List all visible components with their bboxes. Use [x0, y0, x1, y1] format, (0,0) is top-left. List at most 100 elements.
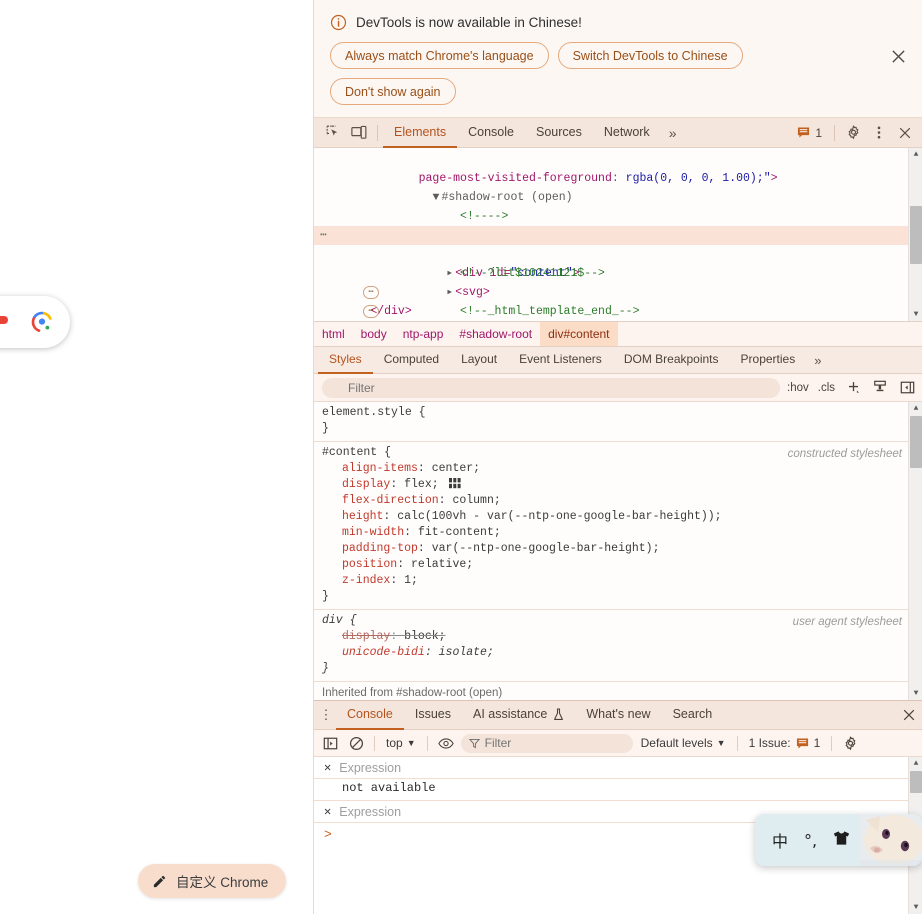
drawer-tab-whats-new[interactable]: What's new [575, 701, 661, 730]
live-expression-eye-icon[interactable] [435, 732, 457, 754]
styles-filter-input[interactable] [322, 377, 780, 398]
breadcrumb-item-ntp-app[interactable]: ntp-app [395, 322, 452, 346]
rule-element-style[interactable]: element.style { } [314, 402, 922, 443]
rule-div-user-agent[interactable]: user agent stylesheet div { display: blo… [314, 610, 922, 683]
ime-shirt-glyph-icon[interactable] [833, 830, 850, 850]
more-tabs-chevron-double-right-icon[interactable]: » [661, 118, 685, 148]
gear-icon[interactable] [840, 120, 866, 146]
property-name[interactable]: flex-direction [342, 494, 439, 507]
live-expression-row[interactable]: ✕ Expression [314, 757, 922, 779]
scrollbar-thumb[interactable] [910, 206, 922, 264]
close-devtools-icon[interactable] [892, 120, 918, 146]
dom-line-ntp-app-close[interactable]: </ntp-app> [314, 302, 922, 321]
tab-styles[interactable]: Styles [318, 347, 373, 374]
node-menu-dots-icon[interactable]: ⋯ [320, 226, 328, 245]
scrollbar-thumb[interactable] [910, 771, 922, 793]
drawer-tab-search[interactable]: Search [662, 701, 724, 730]
tab-elements[interactable]: Elements [383, 118, 458, 148]
voice-search-icon-partial[interactable] [0, 312, 10, 334]
banner-close-button[interactable] [886, 44, 910, 68]
property-name[interactable]: z-index [342, 574, 390, 587]
property-name[interactable]: height [342, 510, 383, 523]
declaration-position[interactable]: position: relative; [322, 557, 908, 573]
tab-dom-breakpoints[interactable]: DOM Breakpoints [613, 347, 730, 374]
property-value[interactable]: flex; [404, 478, 439, 491]
google-lens-icon[interactable] [30, 310, 54, 334]
log-levels-selector[interactable]: Default levels ▼ [637, 736, 730, 750]
dom-line[interactable]: <!--_html_template_end_--> [314, 283, 922, 318]
console-filter-input[interactable] [460, 733, 633, 753]
scroll-down-arrow-icon[interactable]: ▼ [909, 308, 922, 321]
scroll-up-arrow-icon[interactable]: ▲ [909, 402, 922, 415]
ime-floating-widget[interactable]: 中 °, [755, 814, 922, 866]
ime-punctuation-toggle[interactable]: °, [804, 831, 817, 850]
hov-toggle[interactable]: :hov [785, 382, 811, 394]
issues-badge[interactable]: 1 [790, 122, 829, 144]
clear-console-icon[interactable] [345, 732, 367, 754]
ime-language-toggle[interactable]: 中 [772, 828, 788, 852]
console-sidebar-icon[interactable] [319, 732, 341, 754]
breadcrumb-item-body[interactable]: body [353, 322, 395, 346]
tab-layout[interactable]: Layout [450, 347, 508, 374]
declaration-unicode-bidi[interactable]: unicode-bidi: isolate; [322, 645, 908, 661]
tab-sources[interactable]: Sources [525, 118, 593, 148]
dom-line[interactable]: <!--_html_template_start_--> [314, 207, 922, 242]
console-issues-badge[interactable]: 1 Issue: 1 [745, 736, 825, 750]
breadcrumb-item-shadow-root[interactable]: #shadow-root [451, 322, 540, 346]
new-style-rule-plus-icon[interactable] [842, 377, 864, 399]
drawer-close-button[interactable] [896, 702, 922, 728]
flex-grid-glyph-icon[interactable] [448, 478, 461, 489]
property-value[interactable]: 1; [404, 574, 418, 587]
dom-line[interactable]: page-most-visited-foreground: rgba(0, 0,… [314, 150, 922, 185]
copy-all-styles-stamp-icon[interactable] [869, 377, 891, 399]
scroll-up-arrow-icon[interactable]: ▲ [909, 757, 922, 770]
rule-origin[interactable]: constructed stylesheet [788, 446, 902, 462]
inspect-element-icon[interactable] [320, 120, 346, 146]
property-value[interactable]: relative; [411, 558, 473, 571]
search-box[interactable] [0, 296, 70, 348]
property-name[interactable]: align-items [342, 462, 418, 475]
property-name[interactable]: min-width [342, 526, 404, 539]
dom-line-shadow-root[interactable]: ▼ #shadow-root (open) [314, 169, 922, 204]
property-name[interactable]: unicode-bidi [342, 646, 425, 659]
dom-tree[interactable]: page-most-visited-foreground: rgba(0, 0,… [314, 148, 922, 323]
remove-live-expression-close-icon[interactable]: ✕ [324, 762, 331, 774]
declaration-padding-top[interactable]: padding-top: var(--ntp-one-google-bar-he… [322, 541, 908, 557]
declaration-display-disabled[interactable]: display: block; [322, 629, 908, 645]
declaration-flex-direction[interactable]: flex-direction: column; [322, 493, 908, 509]
scroll-down-arrow-icon[interactable]: ▼ [909, 687, 922, 700]
property-name[interactable]: display [342, 478, 390, 491]
tab-console[interactable]: Console [457, 118, 525, 148]
inherited-from-header[interactable]: Inherited from #shadow-root (open) [314, 682, 922, 700]
declaration-height[interactable]: height: calc(100vh - var(--ntp-one-googl… [322, 509, 908, 525]
ime-avatar-cat-photo[interactable] [860, 814, 922, 866]
dom-line[interactable]: <!----> [314, 188, 922, 223]
three-dots-vertical-icon[interactable] [866, 120, 892, 146]
switch-devtools-to-chinese-button[interactable]: Switch DevTools to Chinese [557, 42, 743, 69]
dom-tree-scrollbar[interactable]: ▲ ▼ [908, 148, 922, 322]
device-toolbar-icon[interactable] [346, 120, 372, 146]
drawer-menu-three-dots-vertical-icon[interactable]: ⋮ [316, 707, 336, 723]
property-value[interactable]: center; [432, 462, 480, 475]
scroll-down-arrow-icon[interactable]: ▼ [909, 901, 922, 914]
styles-pane-scrollbar[interactable]: ▲ ▼ [908, 402, 922, 700]
panel-toggle-icon[interactable] [896, 377, 918, 399]
tab-network[interactable]: Network [593, 118, 661, 148]
remove-live-expression-close-icon[interactable]: ✕ [324, 806, 331, 818]
property-value[interactable]: column; [452, 494, 500, 507]
property-value[interactable]: var(--ntp-one-google-bar-height); [432, 542, 660, 555]
rule-origin[interactable]: user agent stylesheet [793, 614, 902, 630]
declaration-align-items[interactable]: align-items: center; [322, 461, 908, 477]
live-expression-placeholder[interactable]: Expression [339, 761, 401, 775]
property-name[interactable]: display [342, 630, 390, 643]
drawer-tab-ai-assistance[interactable]: AI assistance [462, 701, 575, 730]
live-expression-placeholder[interactable]: Expression [339, 805, 401, 819]
styles-rules-pane[interactable]: element.style { } constructed stylesheet… [314, 402, 922, 700]
property-name[interactable]: position [342, 558, 397, 571]
breadcrumb-item-html[interactable]: html [314, 322, 353, 346]
customize-chrome-button[interactable]: 自定义 Chrome [138, 864, 287, 898]
property-value[interactable]: isolate; [439, 646, 494, 659]
tab-event-listeners[interactable]: Event Listeners [508, 347, 613, 374]
drawer-tab-issues[interactable]: Issues [404, 701, 462, 730]
property-value[interactable]: block; [404, 630, 445, 643]
